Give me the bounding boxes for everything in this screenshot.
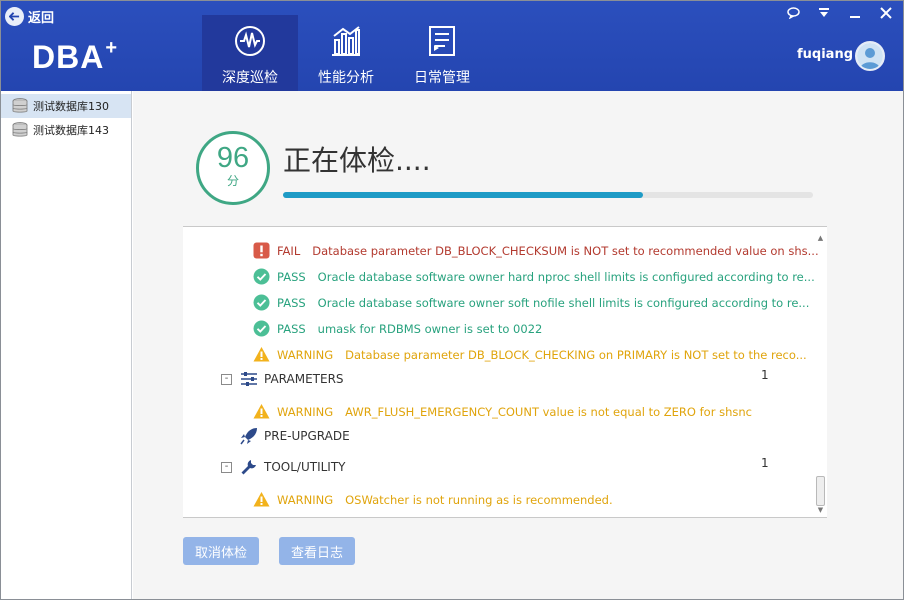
collapse-toggle[interactable]: - bbox=[221, 373, 232, 385]
sidebar-item-db130[interactable]: 测试数据库130 bbox=[1, 94, 131, 118]
cancel-inspection-button[interactable]: 取消体检 bbox=[183, 537, 260, 565]
back-label: 返回 bbox=[28, 11, 55, 26]
section-name: TOOL/UTILITY bbox=[264, 460, 346, 474]
tab-label: 深度巡检 bbox=[222, 70, 278, 86]
wrench-icon bbox=[241, 460, 256, 475]
check-level: PASS bbox=[277, 321, 306, 336]
app-window: 返回 DBA+ 深度巡检 性能分析 日常管理 fuqiang 测试数据库130 … bbox=[0, 0, 904, 600]
pass-icon bbox=[253, 294, 270, 311]
close-button[interactable] bbox=[874, 3, 898, 23]
warning-icon bbox=[253, 404, 270, 419]
results-scrollbar[interactable]: ▲ ▼ bbox=[815, 233, 826, 515]
check-level: WARNING bbox=[277, 492, 334, 507]
rocket-icon bbox=[240, 428, 257, 445]
check-level: WARNING bbox=[277, 347, 334, 362]
pass-icon bbox=[253, 320, 270, 337]
avatar[interactable] bbox=[855, 41, 885, 71]
status-title: 正在体检.... bbox=[283, 144, 431, 177]
database-icon bbox=[12, 122, 28, 137]
section-pre-upgrade: PRE-UPGRADE bbox=[240, 427, 350, 445]
close-icon bbox=[880, 7, 892, 19]
bar-chart-icon bbox=[298, 21, 394, 61]
waveform-icon bbox=[202, 21, 298, 61]
minimize-button[interactable] bbox=[843, 3, 867, 23]
chat-button[interactable] bbox=[781, 3, 805, 23]
check-text: Oracle database software owner hard npro… bbox=[317, 269, 815, 284]
tab-deep-inspection[interactable]: 深度巡检 bbox=[202, 15, 298, 91]
tab-label: 性能分析 bbox=[318, 70, 374, 86]
check-text: OSWatcher is not running as is recommend… bbox=[345, 492, 613, 507]
section-parameters: - PARAMETERS bbox=[221, 371, 344, 387]
checklist-icon bbox=[394, 21, 490, 61]
check-results-panel: FAIL Database parameter DB_BLOCK_CHECKSU… bbox=[183, 226, 827, 518]
header-bar: 返回 DBA+ 深度巡检 性能分析 日常管理 fuqiang bbox=[1, 1, 903, 91]
tab-label: 日常管理 bbox=[414, 70, 470, 86]
sidebar-item-label: 测试数据库143 bbox=[33, 124, 109, 137]
score-value: 96 bbox=[216, 142, 250, 174]
check-row: PASS Oracle database software owner hard… bbox=[253, 268, 815, 285]
sidebar-item-db143[interactable]: 测试数据库143 bbox=[1, 118, 131, 142]
tab-performance-analysis[interactable]: 性能分析 bbox=[298, 15, 394, 91]
menu-icon bbox=[819, 8, 829, 17]
fail-icon bbox=[253, 242, 270, 259]
check-row: WARNING AWR_FLUSH_EMERGENCY_COUNT value … bbox=[253, 403, 752, 420]
app-logo: DBA+ bbox=[32, 37, 119, 76]
check-row: PASS umask for RDBMS owner is set to 002… bbox=[253, 320, 542, 337]
back-arrow-icon bbox=[5, 7, 24, 26]
collapse-toggle[interactable]: - bbox=[221, 461, 232, 473]
warning-icon bbox=[253, 347, 270, 362]
sidebar-item-label: 测试数据库130 bbox=[33, 100, 109, 113]
check-row: WARNING Database parameter DB_BLOCK_CHEC… bbox=[253, 346, 807, 363]
pass-icon bbox=[253, 268, 270, 285]
section-count: 1 bbox=[761, 456, 769, 470]
main-content: 96 分 正在体检.... FAIL Database parameter DB… bbox=[133, 91, 903, 599]
logo-text: DBA bbox=[32, 39, 105, 75]
database-sidebar: 测试数据库130 测试数据库143 bbox=[1, 91, 132, 599]
tab-daily-management[interactable]: 日常管理 bbox=[394, 15, 490, 91]
check-level: WARNING bbox=[277, 404, 334, 419]
check-text: umask for RDBMS owner is set to 0022 bbox=[317, 321, 543, 336]
health-score: 96 分 bbox=[196, 131, 270, 205]
view-logs-button[interactable]: 查看日志 bbox=[279, 537, 356, 565]
section-tool-utility: - TOOL/UTILITY bbox=[221, 458, 346, 476]
check-text: AWR_FLUSH_EMERGENCY_COUNT value is not e… bbox=[345, 404, 752, 419]
scroll-down-icon[interactable]: ▼ bbox=[815, 505, 826, 515]
logo-sup: + bbox=[105, 37, 119, 59]
check-level: PASS bbox=[277, 269, 306, 284]
check-row: PASS Oracle database software owner soft… bbox=[253, 294, 809, 311]
check-level: FAIL bbox=[277, 243, 301, 258]
score-unit: 分 bbox=[226, 174, 239, 188]
sliders-icon bbox=[241, 372, 257, 386]
check-text: Database parameter DB_BLOCK_CHECKING on … bbox=[345, 347, 807, 362]
check-row: WARNING OSWatcher is not running as is r… bbox=[253, 491, 613, 508]
database-icon bbox=[12, 98, 28, 113]
section-name: PARAMETERS bbox=[264, 372, 344, 386]
scroll-up-icon[interactable]: ▲ bbox=[815, 233, 826, 243]
check-level: PASS bbox=[277, 295, 306, 310]
chat-icon bbox=[786, 7, 800, 19]
warning-icon bbox=[253, 492, 270, 507]
user-avatar-icon bbox=[857, 43, 883, 69]
minimize-icon bbox=[850, 16, 860, 18]
check-text: Database parameter DB_BLOCK_CHECKSUM is … bbox=[312, 243, 819, 258]
back-button[interactable]: 返回 bbox=[5, 7, 54, 26]
menu-button[interactable] bbox=[812, 3, 836, 23]
scroll-thumb[interactable] bbox=[816, 476, 825, 506]
user-name[interactable]: fuqiang bbox=[797, 47, 853, 62]
check-row: FAIL Database parameter DB_BLOCK_CHECKSU… bbox=[253, 242, 819, 259]
progress-fill bbox=[283, 192, 644, 198]
section-count: 1 bbox=[761, 368, 769, 382]
section-name: PRE-UPGRADE bbox=[264, 429, 350, 443]
progress-bar bbox=[283, 192, 813, 198]
check-text: Oracle database software owner soft nofi… bbox=[317, 295, 810, 310]
